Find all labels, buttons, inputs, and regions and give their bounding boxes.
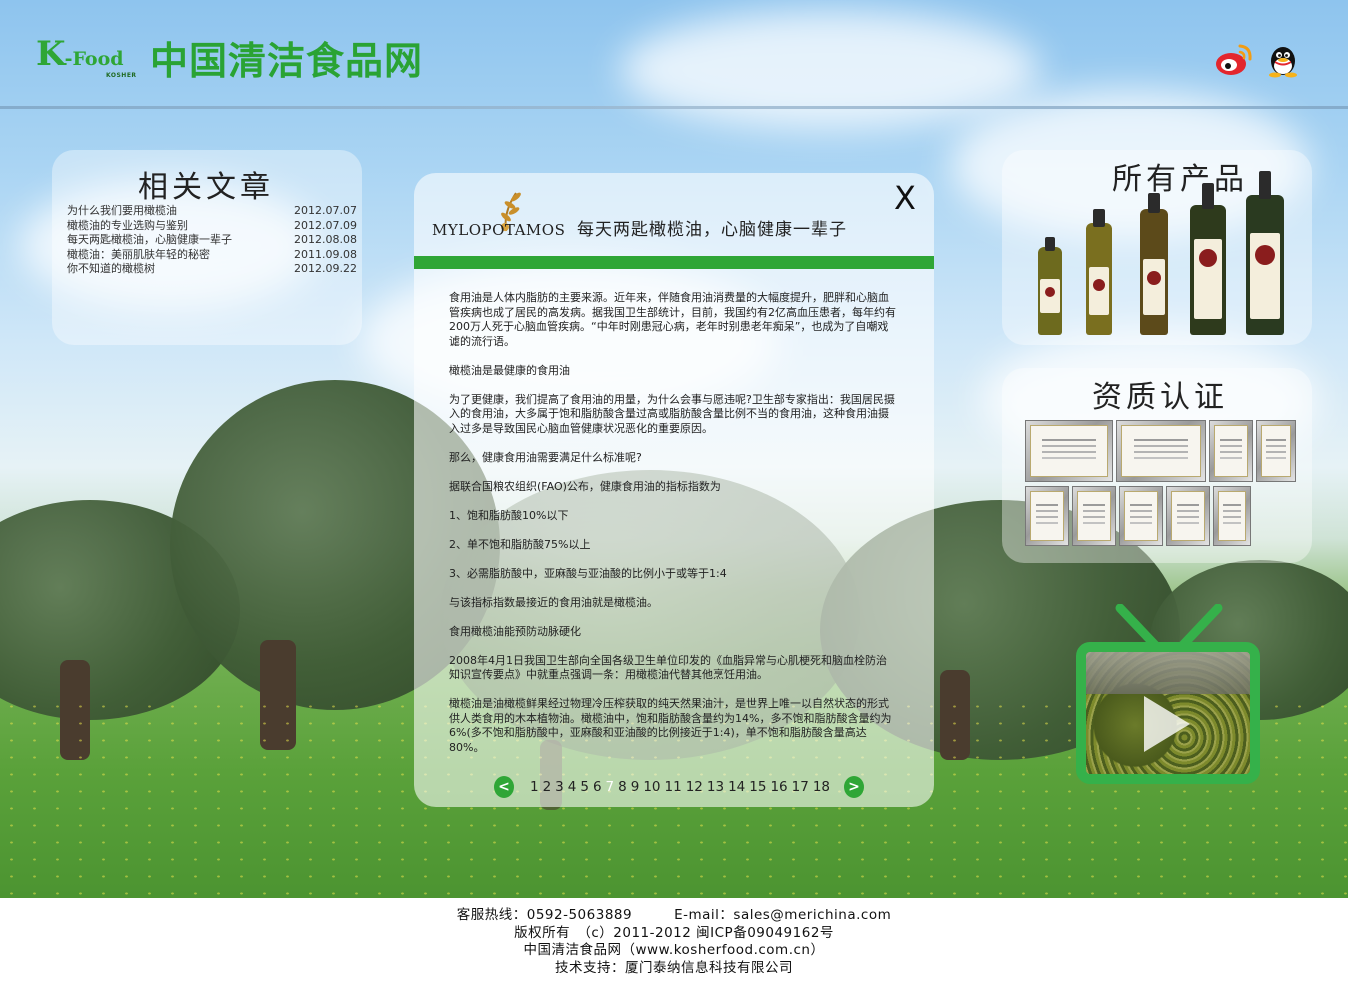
page-numbers: 1 2 3 4 5 6 7 8 9 10 11 12 13 14 15 16 17 18 bbox=[530, 779, 834, 795]
list-item[interactable]: 你不知道的橄榄树 2012.09.22 bbox=[67, 262, 357, 277]
certificate-thumbnail[interactable] bbox=[1025, 486, 1069, 546]
article-paragraph: 据联合国粮农组织(FAO)公布，健康食用油的指标指数为 bbox=[449, 479, 721, 493]
page-number-link[interactable]: 17 bbox=[792, 779, 809, 795]
mylopotamos-logo: MYLOPOTAMOS bbox=[432, 187, 566, 259]
next-page-button[interactable]: > bbox=[844, 776, 864, 798]
pagination: < 1 2 3 4 5 6 7 8 9 10 11 12 13 14 15 16 17 18 > bbox=[494, 773, 864, 801]
logo-k: K bbox=[36, 34, 66, 74]
article-modal: MYLOPOTAMOS 每天两匙橄榄油，心脑健康一辈子 X 食用油是人体内脂肪的… bbox=[414, 173, 934, 807]
article-list-item: 1、饱和脂肪酸10%以下 bbox=[449, 508, 569, 522]
certifications-title: 资质认证 bbox=[1092, 380, 1228, 415]
certificate-thumbnail[interactable] bbox=[1116, 420, 1206, 482]
footer-contact: 客服热线：0592-5063889 E-mail：sales@merichina… bbox=[456, 907, 892, 923]
video-player-button[interactable] bbox=[1076, 604, 1260, 784]
video-thumbnail bbox=[1076, 642, 1260, 784]
products-panel: 所有产品 bbox=[1002, 150, 1312, 345]
page-number-link[interactable]: 6 bbox=[593, 779, 602, 795]
page-number-link[interactable]: 10 bbox=[643, 779, 660, 795]
prev-page-button[interactable]: < bbox=[494, 776, 514, 798]
page-number-link[interactable]: 16 bbox=[770, 779, 787, 795]
play-icon bbox=[1144, 696, 1190, 752]
product-bottle[interactable] bbox=[1190, 183, 1226, 335]
article-paragraph: 为了更健康，我们提高了食用油的用量，为什么会事与愿违呢?卫生部专家指出：我国居民… bbox=[449, 392, 895, 435]
site-header: K -Food KOSHER 中国清洁食品网 bbox=[0, 0, 1348, 109]
page-number-link[interactable]: 14 bbox=[728, 779, 745, 795]
certificate-thumbnail[interactable] bbox=[1119, 486, 1163, 546]
product-bottle[interactable] bbox=[1038, 237, 1062, 335]
close-button[interactable]: X bbox=[888, 181, 922, 215]
logo-kosher: KOSHER bbox=[106, 72, 137, 79]
page-number-link[interactable]: 13 bbox=[707, 779, 724, 795]
article-body: 食用油是人体内脂肪的主要来源。近年来，伴随食用油消费量的大幅度提升，肥胖和心脑血… bbox=[449, 291, 897, 770]
page-number-link[interactable]: 9 bbox=[631, 779, 640, 795]
article-list-item: 2、单不饱和脂肪酸75%以上 bbox=[449, 537, 591, 551]
article-date: 2012.07.07 bbox=[294, 204, 357, 217]
article-link[interactable]: 为什么我们要用橄榄油 bbox=[67, 204, 177, 219]
brand-name: MYLOPOTAMOS bbox=[432, 221, 566, 239]
article-paragraph: 橄榄油是油橄榄鲜果经过物理冷压榨获取的纯天然果油汁，是世界上唯一以自然状态的形式… bbox=[449, 697, 892, 754]
footer-support: 技术支持：厦门泰纳信息科技有限公司 bbox=[555, 959, 793, 976]
certificate-thumbnail[interactable] bbox=[1209, 420, 1253, 482]
page-number-link[interactable]: 7 bbox=[606, 779, 615, 795]
page-number-link[interactable]: 2 bbox=[543, 779, 552, 795]
certificate-thumbnail[interactable] bbox=[1166, 486, 1210, 546]
product-bottle[interactable] bbox=[1086, 209, 1112, 335]
article-heading: 食用橄榄油能预防动脉硬化 bbox=[449, 624, 581, 638]
qq-icon[interactable] bbox=[1266, 42, 1300, 78]
related-articles-title: 相关文章 bbox=[138, 170, 274, 205]
footer-site: 中国清洁食品网（www.kosherfood.com.cn） bbox=[523, 942, 825, 958]
certificate-thumbnail[interactable] bbox=[1213, 486, 1251, 546]
article-date: 2011.09.08 bbox=[294, 247, 357, 261]
list-item[interactable]: 橄榄油的专业选购与鉴别 2012.07.09 bbox=[67, 219, 357, 234]
article-date: 2012.09.22 bbox=[294, 262, 357, 275]
page-number-link[interactable]: 3 bbox=[555, 779, 564, 795]
site-footer: 客服热线：0592-5063889 E-mail：sales@merichina… bbox=[0, 898, 1348, 992]
green-divider bbox=[414, 256, 934, 269]
page-number-link[interactable]: 8 bbox=[618, 779, 627, 795]
article-date: 2012.08.08 bbox=[294, 233, 357, 246]
product-bottle[interactable] bbox=[1246, 171, 1284, 335]
weibo-icon[interactable] bbox=[1214, 42, 1254, 78]
article-link[interactable]: 橄榄油：美丽肌肤年轻的秘密 bbox=[67, 248, 210, 263]
related-articles-list: 为什么我们要用橄榄油 2012.07.07 橄榄油的专业选购与鉴别 2012.0… bbox=[67, 204, 357, 277]
product-bottle[interactable] bbox=[1140, 193, 1168, 335]
certifications-panel: 资质认证 bbox=[1002, 368, 1312, 563]
article-link[interactable]: 你不知道的橄榄树 bbox=[67, 262, 155, 277]
article-date: 2012.07.09 bbox=[294, 218, 357, 232]
certificate-thumbnail[interactable] bbox=[1256, 420, 1296, 482]
list-item[interactable]: 橄榄油：美丽肌肤年轻的秘密 2011.09.08 bbox=[67, 248, 357, 263]
site-title: 中国清洁食品网 bbox=[150, 39, 424, 83]
page-number-link[interactable]: 12 bbox=[686, 779, 703, 795]
page-number-link[interactable]: 18 bbox=[813, 779, 830, 795]
article-paragraph: 与该指标指数最接近的食用油就是橄榄油。 bbox=[449, 595, 658, 609]
list-item[interactable]: 每天两匙橄榄油，心脑健康一辈子 2012.08.08 bbox=[67, 233, 357, 248]
related-articles-panel: 相关文章 为什么我们要用橄榄油 2012.07.07 橄榄油的专业选购与鉴别 2… bbox=[52, 150, 362, 345]
article-paragraph: 2008年4月1日我国卫生部向全国各级卫生单位印发的《血脂异常与心肌梗死和脑血栓… bbox=[449, 653, 887, 682]
certificate-thumbnail[interactable] bbox=[1025, 420, 1113, 482]
article-slogan: 每天两匙橄榄油，心脑健康一辈子 bbox=[577, 220, 847, 240]
kfood-logo[interactable]: K -Food KOSHER bbox=[36, 34, 136, 79]
page-number-link[interactable]: 5 bbox=[580, 779, 589, 795]
page-number-link[interactable]: 1 bbox=[530, 779, 539, 795]
products-title: 所有产品 bbox=[1112, 162, 1248, 197]
list-item[interactable]: 为什么我们要用橄榄油 2012.07.07 bbox=[67, 204, 357, 219]
article-list-item: 3、必需脂肪酸中，亚麻酸与亚油酸的比例小于或等于1:4 bbox=[449, 566, 727, 580]
logo-food: -Food bbox=[64, 48, 124, 70]
article-paragraph: 食用油是人体内脂肪的主要来源。近年来，伴随食用油消费量的大幅度提升，肥胖和心脑血… bbox=[449, 291, 896, 348]
certificate-thumbnail[interactable] bbox=[1072, 486, 1116, 546]
page-number-link[interactable]: 15 bbox=[749, 779, 766, 795]
article-link[interactable]: 每天两匙橄榄油，心脑健康一辈子 bbox=[67, 233, 232, 248]
page-number-link[interactable]: 4 bbox=[568, 779, 577, 795]
article-paragraph: 那么，健康食用油需要满足什么标准呢? bbox=[449, 450, 642, 464]
header-divider bbox=[0, 106, 1348, 109]
article-heading: 橄榄油是最健康的食用油 bbox=[449, 363, 570, 377]
page-number-link[interactable]: 11 bbox=[665, 779, 682, 795]
footer-copyright: 版权所有 （c）2011-2012 闽ICP备09049162号 bbox=[514, 924, 834, 941]
article-link[interactable]: 橄榄油的专业选购与鉴别 bbox=[67, 219, 188, 234]
